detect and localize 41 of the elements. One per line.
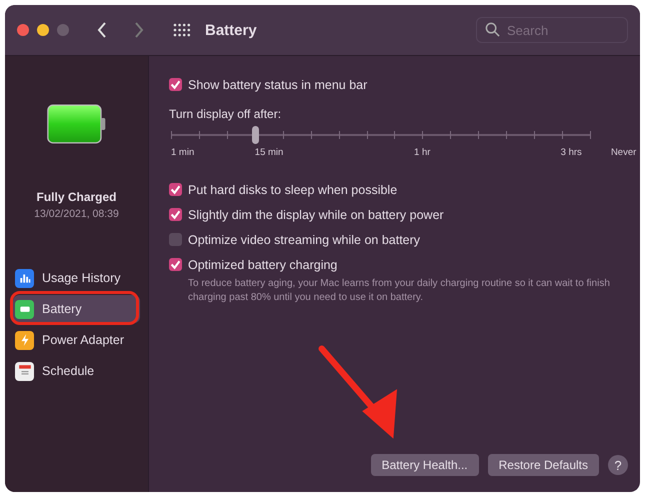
help-button[interactable]: ? (608, 455, 628, 475)
sidebar-item[interactable]: Battery (13, 295, 140, 323)
checkbox-option[interactable]: Optimize video streaming while on battery (169, 227, 628, 252)
action-button[interactable]: Battery Health... (370, 454, 479, 476)
search-field[interactable]: Search (476, 17, 628, 43)
checkbox[interactable] (169, 183, 182, 196)
status-timestamp: 13/02/2021, 08:39 (34, 208, 119, 220)
back-icon[interactable] (96, 21, 108, 39)
sidebar-item[interactable]: Usage History (13, 264, 140, 292)
sidebar-item[interactable]: Schedule (13, 357, 140, 385)
tick-label: 1 hr (414, 147, 430, 158)
checkbox-option[interactable]: Show battery status in menu bar (169, 72, 628, 97)
calendar-icon (15, 362, 34, 380)
minimize-button[interactable] (37, 24, 49, 36)
search-icon (485, 22, 500, 37)
tick-label: 1 min (171, 147, 194, 158)
checkbox-option[interactable]: Slightly dim the display while on battery power (169, 202, 628, 227)
option-description: To reduce battery aging, your Mac learns from your daily charging routine so it can wait to finish charging past 80% until you need to use it on battery. (188, 277, 611, 305)
checkbox[interactable] (169, 233, 182, 246)
action-button[interactable]: Restore Defaults (488, 454, 599, 476)
checkbox[interactable] (169, 78, 182, 91)
slider-thumb[interactable] (252, 126, 259, 144)
close-button[interactable] (17, 24, 29, 36)
lightning-icon (15, 330, 34, 350)
display-slider[interactable] (171, 125, 590, 145)
slider-label: Turn display off after: (169, 107, 282, 121)
bar-chart-icon (15, 268, 34, 288)
grid-icon[interactable] (173, 23, 191, 37)
checkbox-option[interactable]: Optimized battery charging (169, 252, 628, 277)
forward-icon[interactable] (133, 21, 145, 39)
tick-label: Never (610, 147, 636, 158)
battery-icon (46, 104, 106, 144)
sidebar-item[interactable]: Power Adapter (13, 326, 140, 354)
tick-label: 3 hrs (560, 147, 582, 158)
checkbox-option[interactable]: Put hard disks to sleep when possible (169, 177, 628, 202)
tick-label: 15 min (254, 147, 284, 158)
checkbox[interactable] (169, 258, 182, 271)
battery-status: Fully Charged (36, 190, 116, 204)
battery-icon (15, 300, 34, 318)
window-title: Battery (205, 22, 257, 38)
checkbox[interactable] (169, 208, 182, 221)
